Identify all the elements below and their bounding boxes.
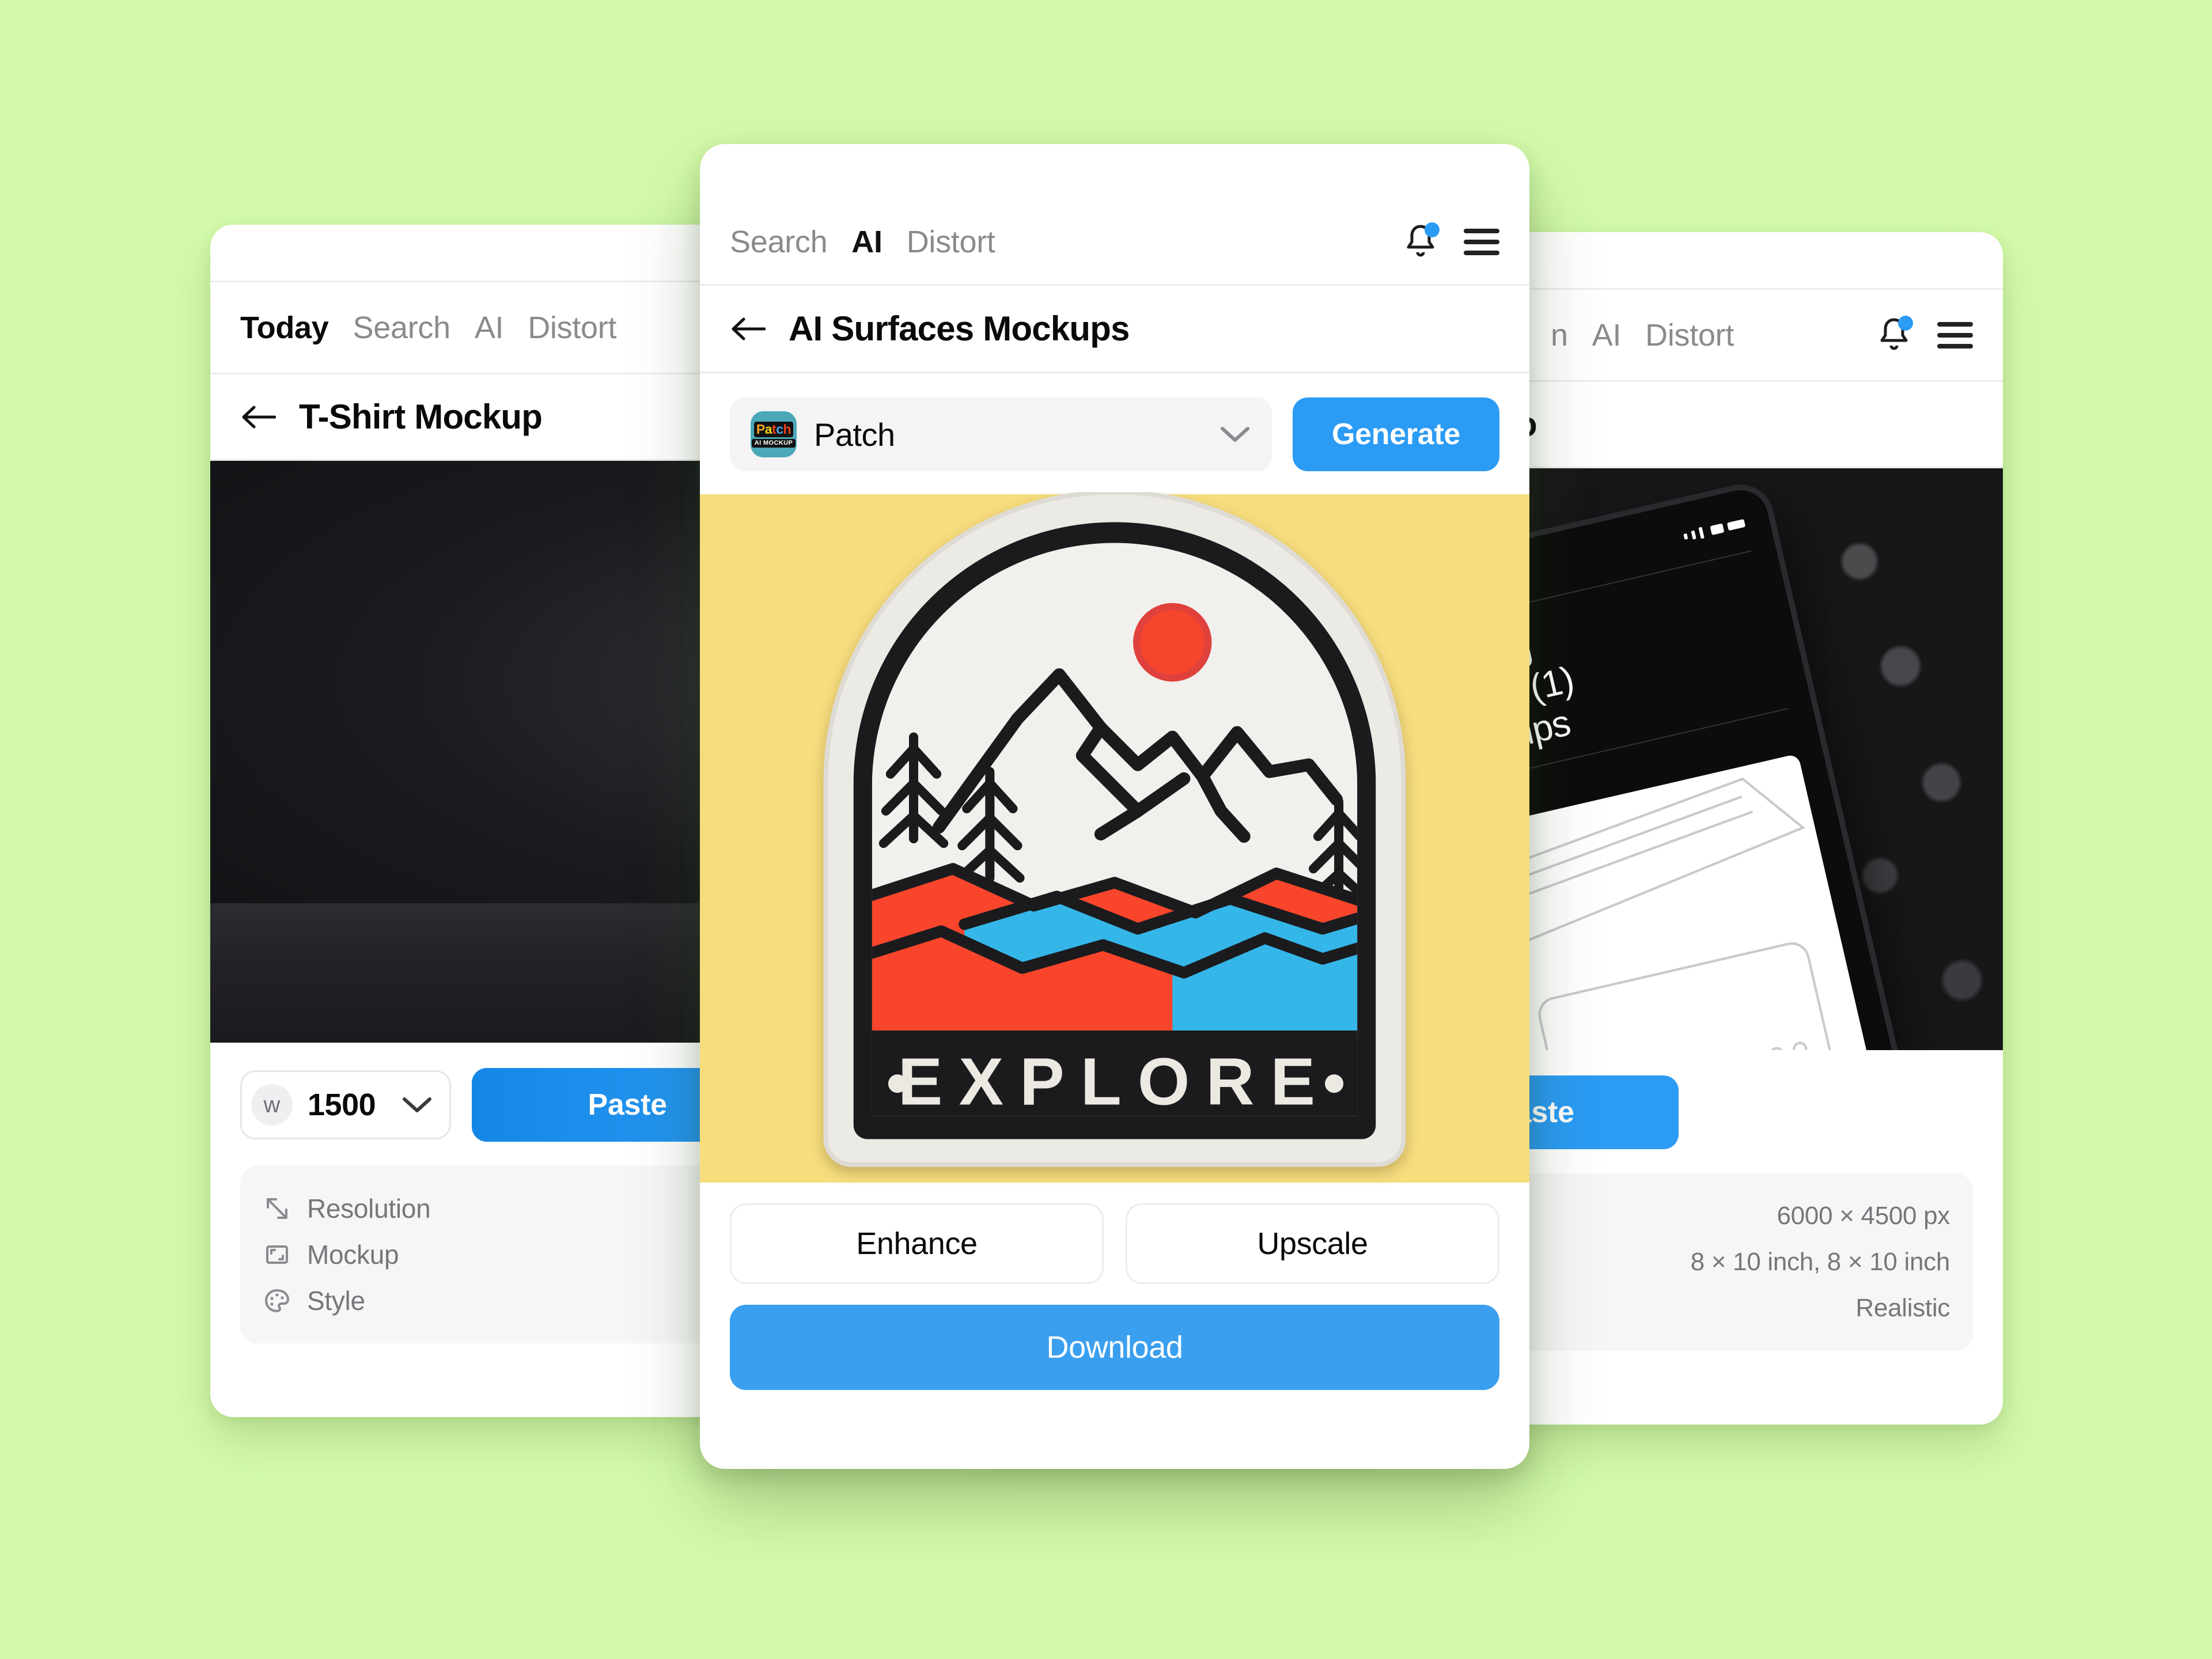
chevron-down-icon[interactable]: [1219, 425, 1251, 444]
right-nav-links: n AI Distort: [1551, 317, 1734, 353]
width-badge: w: [251, 1084, 293, 1126]
nav-link-distort[interactable]: Distort: [907, 224, 995, 260]
left-nav-links: Today Search AI Distort: [240, 310, 616, 346]
secondary-actions: Enhance Upscale: [730, 1203, 1499, 1284]
explore-patch-svg: EXPLORE: [823, 491, 1406, 1167]
width-stepper[interactable]: w 1500: [240, 1070, 452, 1139]
page-title: T-Shirt Mockup: [299, 397, 543, 436]
meta-value: 8 × 10 inch, 8 × 10 inch: [1690, 1248, 1950, 1276]
patch-app-icon-subtext: AI MOCKUP: [751, 438, 796, 448]
patch-app-icon: Patch AI MOCKUP: [751, 411, 797, 457]
meta-label: Style: [307, 1286, 365, 1316]
nav-link-ai[interactable]: AI: [1592, 317, 1622, 353]
meta-label: Resolution: [307, 1194, 431, 1224]
enhance-button[interactable]: Enhance: [730, 1203, 1104, 1284]
nav-link-distort[interactable]: Distort: [1645, 317, 1734, 353]
chevron-down-icon[interactable]: [401, 1095, 433, 1115]
nav-link-search[interactable]: Search: [353, 310, 451, 346]
patch-word: EXPLORE: [898, 1044, 1331, 1119]
right-nav-actions: [1877, 315, 1973, 354]
upscale-button[interactable]: Upscale: [1126, 1203, 1499, 1284]
notification-badge: [1425, 222, 1440, 237]
crop-frame-icon: [263, 1241, 291, 1268]
nav-link-today[interactable]: Today: [240, 310, 329, 346]
modal-nav-links: Search AI Distort: [730, 224, 995, 260]
nav-link-search[interactable]: Search: [730, 224, 828, 260]
back-arrow-icon[interactable]: [240, 404, 276, 430]
generate-button[interactable]: Generate: [1292, 397, 1499, 471]
canvas: Today Search AI Distort T-Shirt Mockup w…: [0, 0, 2212, 1659]
modal-title-row: AI Surfaces Mockups: [700, 286, 1529, 373]
meta-value: 6000 × 4500 px: [1777, 1202, 1950, 1230]
modal-nav-actions: [1404, 222, 1499, 260]
meta-label: Mockup: [307, 1240, 399, 1270]
nav-link-partial[interactable]: n: [1551, 317, 1568, 353]
hamburger-menu-icon[interactable]: [1937, 321, 1973, 349]
ai-surfaces-modal: Search AI Distort AI Surfaces Mockups Pa…: [700, 144, 1529, 1469]
bell-icon[interactable]: [1404, 222, 1440, 260]
nav-link-distort[interactable]: Distort: [528, 310, 616, 346]
nav-link-ai[interactable]: AI: [851, 224, 882, 260]
hamburger-menu-icon[interactable]: [1464, 228, 1499, 255]
nav-link-ai[interactable]: AI: [475, 310, 504, 346]
modal-titlebar: [700, 144, 1529, 199]
modal-actions: Enhance Upscale Download: [700, 1183, 1529, 1420]
width-value: 1500: [308, 1088, 376, 1122]
download-button[interactable]: Download: [730, 1305, 1499, 1390]
surface-select[interactable]: Patch AI MOCKUP Patch: [730, 397, 1272, 471]
surface-select-value: Patch: [814, 416, 895, 453]
palette-icon: [263, 1287, 291, 1315]
modal-controls: Patch AI MOCKUP Patch Generate: [700, 373, 1529, 494]
page-title: AI Surfaces Mockups: [789, 309, 1130, 348]
patch-preview-image: EXPLORE: [700, 491, 1529, 1183]
resize-arrow-icon: [263, 1195, 291, 1222]
notification-badge: [1898, 315, 1913, 331]
back-arrow-icon[interactable]: [730, 316, 766, 342]
meta-value: Realistic: [1855, 1294, 1950, 1322]
modal-nav: Search AI Distort: [700, 199, 1529, 286]
signal-wifi-battery-icons: [1683, 517, 1746, 543]
bell-icon[interactable]: [1877, 315, 1913, 354]
